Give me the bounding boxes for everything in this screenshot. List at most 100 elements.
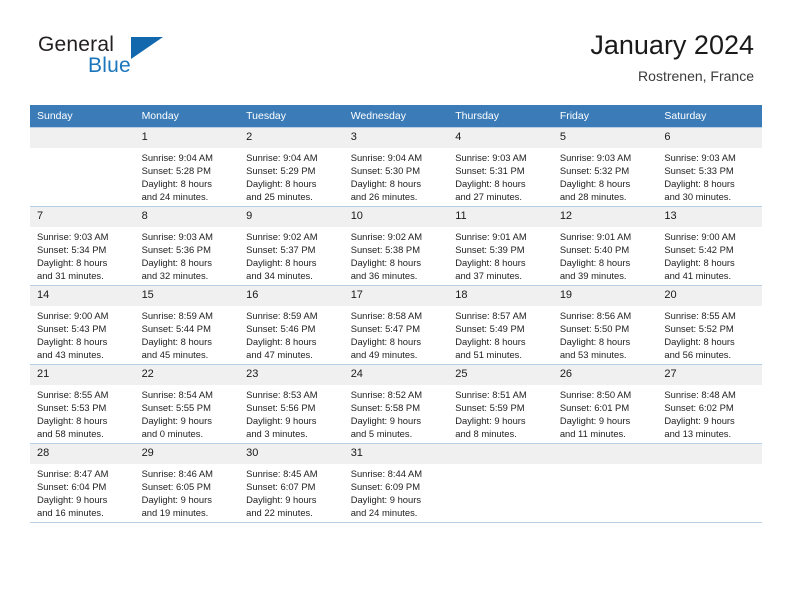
calendar-day-cell[interactable]: 25 Sunrise: 8:51 AM Sunset: 5:59 PM Dayligh… [448, 364, 553, 444]
calendar-day-cell[interactable]: 21 Sunrise: 8:55 AM Sunset: 5:53 PM Dayligh… [30, 364, 135, 444]
weekday-header-sunday: Sunday [30, 105, 135, 128]
weekday-header-tuesday: Tuesday [239, 105, 344, 128]
sunset-text: Sunset: 5:42 PM [664, 244, 734, 256]
sunrise-text: Sunrise: 9:01 AM [559, 231, 632, 242]
calendar-day-cell[interactable]: 17 Sunrise: 8:58 AM Sunset: 5:47 PM Dayligh… [343, 285, 449, 365]
calendar-day-cell[interactable]: 18 Sunrise: 8:57 AM Sunset: 5:49 PM Dayligh… [448, 285, 553, 365]
day-number: 28 [30, 444, 135, 464]
calendar-day-cell[interactable]: 27 Sunrise: 8:48 AM Sunset: 6:02 PM Dayligh… [657, 364, 762, 444]
daylight-text-line1: Daylight: 9 hours [664, 415, 735, 427]
calendar-day-cell[interactable]: 7 Sunrise: 9:03 AM Sunset: 5:34 PM Daylight… [30, 206, 135, 286]
sunrise-text: Sunrise: 9:00 AM [37, 310, 109, 321]
day-details: Sunrise: 8:52 AM Sunset: 5:58 PM Daylight:… [344, 385, 449, 440]
calendar-day-cell[interactable]: 22 Sunrise: 8:54 AM Sunset: 5:55 PM Dayligh… [134, 364, 240, 444]
sunrise-text: Sunrise: 8:44 AM [350, 468, 423, 479]
daylight-text-line2: and 27 minutes. [455, 191, 522, 203]
calendar-day-cell[interactable]: 10 Sunrise: 9:02 AM Sunset: 5:38 PM Dayligh… [343, 206, 449, 286]
calendar-day-cell[interactable]: 12 Sunrise: 9:01 AM Sunset: 5:40 PM Dayligh… [552, 206, 658, 286]
day-number: 19 [552, 286, 658, 306]
calendar-day-cell[interactable]: 23 Sunrise: 8:53 AM Sunset: 5:56 PM Dayligh… [239, 364, 344, 444]
daylight-text-line1: Daylight: 8 hours [246, 336, 317, 348]
daylight-text-line2: and 32 minutes. [141, 270, 209, 282]
calendar-day-cell[interactable]: 13 Sunrise: 9:00 AM Sunset: 5:42 PM Dayligh… [657, 206, 762, 286]
calendar-day-cell[interactable]: 19 Sunrise: 8:56 AM Sunset: 5:50 PM Dayligh… [552, 285, 658, 365]
calendar-day-cell[interactable]: 4 Sunrise: 9:03 AM Sunset: 5:31 PM Daylight… [448, 127, 553, 207]
day-number: 18 [448, 286, 553, 306]
daylight-text-line2: and 47 minutes. [246, 349, 313, 361]
day-number: 31 [343, 444, 449, 464]
calendar-day-cell[interactable]: 29 Sunrise: 8:46 AM Sunset: 6:05 PM Dayligh… [134, 443, 240, 523]
calendar-day-cell[interactable]: 5 Sunrise: 9:03 AM Sunset: 5:32 PM Daylight… [552, 127, 658, 207]
calendar-week-row: 1 Sunrise: 9:04 AM Sunset: 5:28 PM Daylight… [30, 127, 762, 207]
day-number: 17 [343, 286, 449, 306]
calendar-day-cell[interactable]: 9 Sunrise: 9:02 AM Sunset: 5:37 PM Daylight… [239, 206, 344, 286]
calendar-day-cell[interactable]: 2 Sunrise: 9:04 AM Sunset: 5:29 PM Daylight… [239, 127, 344, 207]
sunset-text: Sunset: 6:01 PM [559, 402, 630, 414]
sunrise-text: Sunrise: 8:53 AM [246, 389, 318, 400]
sunrise-text: Sunrise: 8:55 AM [664, 310, 736, 321]
calendar-empty-cell [448, 443, 553, 523]
day-details: Sunrise: 9:00 AM Sunset: 5:42 PM Daylight:… [657, 227, 762, 282]
calendar-day-cell[interactable]: 1 Sunrise: 9:04 AM Sunset: 5:28 PM Daylight… [134, 127, 240, 207]
daylight-text-line2: and 43 minutes. [37, 349, 104, 361]
calendar-day-cell[interactable]: 26 Sunrise: 8:50 AM Sunset: 6:01 PM Dayligh… [552, 364, 658, 444]
sunset-text: Sunset: 5:37 PM [246, 244, 316, 256]
day-details: Sunrise: 9:02 AM Sunset: 5:38 PM Daylight:… [344, 227, 449, 282]
calendar-day-cell[interactable]: 28 Sunrise: 8:47 AM Sunset: 6:04 PM Dayligh… [30, 443, 135, 523]
sunset-text: Sunset: 5:56 PM [246, 402, 316, 414]
day-details: Sunrise: 9:04 AM Sunset: 5:30 PM Daylight:… [344, 148, 449, 203]
calendar-day-cell[interactable]: 8 Sunrise: 9:03 AM Sunset: 5:36 PM Daylight… [134, 206, 240, 286]
page-title: January 2024 [590, 30, 754, 60]
daylight-text-line2: and 34 minutes. [246, 270, 313, 282]
sunset-text: Sunset: 5:31 PM [455, 165, 525, 177]
day-details: Sunrise: 9:03 AM Sunset: 5:31 PM Daylight:… [448, 148, 553, 203]
daylight-text-line2: and 24 minutes. [141, 191, 209, 203]
calendar-day-cell[interactable]: 14 Sunrise: 9:00 AM Sunset: 5:43 PM Dayligh… [30, 285, 135, 365]
calendar-day-cell[interactable]: 15 Sunrise: 8:59 AM Sunset: 5:44 PM Dayligh… [134, 285, 240, 365]
sunrise-text: Sunrise: 8:56 AM [559, 310, 632, 321]
day-number: 24 [343, 365, 449, 385]
sunset-text: Sunset: 5:53 PM [37, 402, 107, 414]
sunset-text: Sunset: 5:47 PM [350, 323, 420, 335]
day-number: 21 [30, 365, 135, 385]
sunrise-text: Sunrise: 9:04 AM [141, 152, 213, 163]
day-number: 8 [134, 207, 240, 227]
daylight-text-line2: and 56 minutes. [664, 349, 732, 361]
daylight-text-line1: Daylight: 9 hours [141, 494, 212, 506]
calendar-day-cell[interactable]: 16 Sunrise: 8:59 AM Sunset: 5:46 PM Dayligh… [239, 285, 344, 365]
daylight-text-line1: Daylight: 9 hours [350, 415, 422, 427]
daylight-text-line2: and 5 minutes. [350, 428, 413, 440]
sunset-text: Sunset: 5:58 PM [350, 402, 420, 414]
calendar-day-cell[interactable]: 11 Sunrise: 9:01 AM Sunset: 5:39 PM Dayligh… [448, 206, 553, 286]
sunrise-text: Sunrise: 9:04 AM [246, 152, 318, 163]
daylight-text-line2: and 51 minutes. [455, 349, 522, 361]
calendar-day-cell[interactable]: 6 Sunrise: 9:03 AM Sunset: 5:33 PM Daylight… [657, 127, 762, 207]
calendar-day-cell[interactable]: 20 Sunrise: 8:55 AM Sunset: 5:52 PM Dayligh… [657, 285, 762, 365]
sunset-text: Sunset: 5:39 PM [455, 244, 525, 256]
sunrise-text: Sunrise: 8:54 AM [141, 389, 213, 400]
daylight-text-line2: and 13 minutes. [664, 428, 732, 440]
sunrise-text: Sunrise: 8:55 AM [37, 389, 109, 400]
calendar-day-cell[interactable]: 24 Sunrise: 8:52 AM Sunset: 5:58 PM Dayligh… [343, 364, 449, 444]
calendar-day-cell[interactable]: 31 Sunrise: 8:44 AM Sunset: 6:09 PM Dayligh… [343, 443, 449, 523]
sunrise-text: Sunrise: 9:03 AM [141, 231, 213, 242]
calendar-week-row: 7 Sunrise: 9:03 AM Sunset: 5:34 PM Daylight… [30, 206, 762, 286]
sunset-text: Sunset: 6:02 PM [664, 402, 734, 414]
calendar-day-cell[interactable]: 30 Sunrise: 8:45 AM Sunset: 6:07 PM Dayligh… [239, 443, 344, 523]
calendar-day-cell[interactable]: 3 Sunrise: 9:04 AM Sunset: 5:30 PM Daylight… [343, 127, 449, 207]
day-details: Sunrise: 8:50 AM Sunset: 6:01 PM Daylight:… [553, 385, 658, 440]
daylight-text-line1: Daylight: 9 hours [37, 494, 108, 506]
daylight-text-line2: and 58 minutes. [37, 428, 104, 440]
sunset-text: Sunset: 5:49 PM [455, 323, 525, 335]
day-number: 16 [239, 286, 344, 306]
weekday-header-saturday: Saturday [657, 105, 762, 128]
daylight-text-line2: and 37 minutes. [455, 270, 522, 282]
calendar-empty-cell [552, 443, 658, 523]
sunrise-text: Sunrise: 9:02 AM [246, 231, 318, 242]
day-number: 2 [239, 128, 344, 148]
daylight-text-line1: Daylight: 8 hours [350, 336, 422, 348]
sunset-text: Sunset: 5:36 PM [141, 244, 211, 256]
daylight-text-line2: and 0 minutes. [141, 428, 204, 440]
day-number: 22 [134, 365, 240, 385]
brand-logo[interactable]: General Blue [38, 33, 228, 85]
